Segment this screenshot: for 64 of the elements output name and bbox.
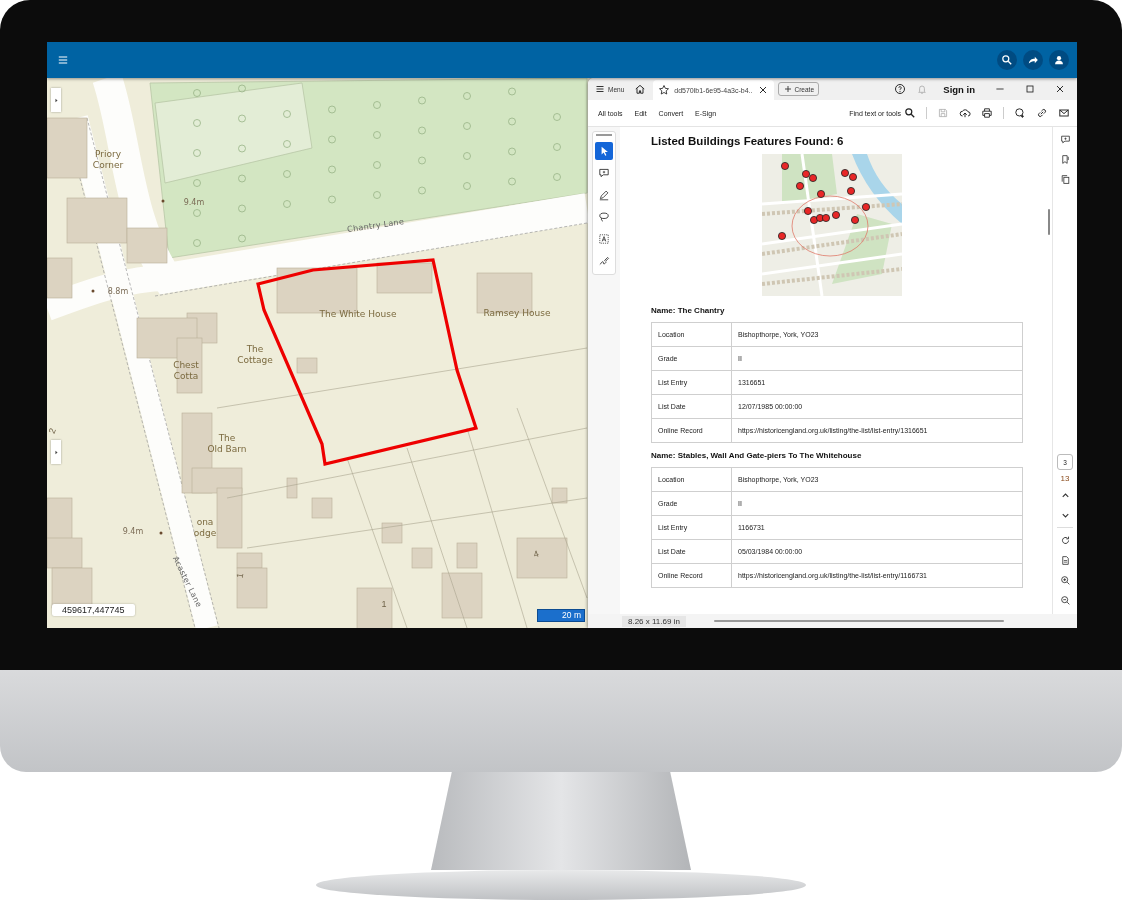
horizontal-scrollbar[interactable] [713, 620, 1004, 622]
map-label: 1 [234, 572, 246, 579]
map-label: 8.8m [107, 287, 129, 296]
map-label: 9.4m [183, 198, 205, 207]
bell-icon [916, 83, 929, 95]
save-icon [937, 107, 949, 119]
pen-icon [598, 189, 610, 201]
mail-icon [1058, 107, 1070, 119]
map-label: The Cottage [237, 344, 273, 365]
document-heading: Listed Buildings Features Found: 6 [651, 135, 845, 147]
map-label: The Old Barn [207, 433, 247, 454]
select-tool[interactable] [595, 142, 613, 160]
map-label: 2 [47, 426, 58, 436]
share-icon [1027, 54, 1039, 66]
cloud-upload-icon [959, 107, 971, 119]
map-label: The White House [319, 309, 397, 319]
home-icon [634, 83, 647, 95]
caret-icon [52, 448, 60, 456]
sign-in-button[interactable]: Sign in [935, 83, 983, 95]
document-icon [1059, 554, 1071, 566]
scale-bar: 20 m [537, 609, 585, 622]
zoom-out-icon [1059, 594, 1071, 606]
bookmark-icon [1059, 153, 1071, 165]
assistant-icon [1014, 107, 1026, 119]
map-label: Priory Corner [92, 149, 124, 170]
caret-icon [52, 96, 60, 104]
help-icon [894, 83, 907, 95]
expand-handle[interactable] [51, 88, 61, 112]
text-box-icon [598, 233, 610, 245]
rotate-icon [1059, 534, 1071, 546]
maximize-icon [1024, 83, 1036, 95]
printer-icon [981, 107, 993, 119]
comment-icon [598, 167, 610, 179]
expand-handle[interactable] [51, 440, 61, 464]
menu-icon [57, 54, 69, 66]
close-icon [1054, 83, 1066, 95]
signature-icon [598, 255, 610, 267]
user-icon [1053, 54, 1065, 66]
map-label: 1 [381, 599, 387, 609]
link-icon [1036, 107, 1048, 119]
record-name: Name: Stables, Wall And Gate-piers To The Whitehouse [651, 451, 863, 460]
page-size-label: 8.26 x 11.69 in [622, 615, 686, 627]
map-label: Ramsey House [483, 308, 551, 318]
zoom-in-icon [1059, 574, 1071, 586]
scrollbar-thumb[interactable] [1048, 209, 1050, 235]
search-icon [904, 107, 916, 119]
page-count: 13 [1060, 474, 1070, 483]
map-label: Chantry Lane [346, 217, 405, 234]
search-button[interactable] [997, 50, 1017, 70]
menu-icon [595, 84, 605, 94]
map-label: ona odge [193, 517, 217, 538]
star-icon [658, 84, 671, 96]
search-icon [1001, 54, 1013, 66]
record-name: Name: The Chantry [651, 306, 726, 315]
share-button[interactable] [1023, 50, 1043, 70]
account-button[interactable] [1049, 50, 1069, 70]
map-label: 4 [531, 548, 541, 560]
map-label: Chest Cotta [173, 360, 199, 381]
map-label: 9.4m [122, 527, 144, 536]
comment-icon [1059, 133, 1071, 145]
coordinates-readout: 459617,447745 [52, 604, 135, 616]
lasso-icon [598, 211, 610, 223]
pages-icon [1059, 173, 1071, 185]
plus-icon [782, 84, 793, 94]
